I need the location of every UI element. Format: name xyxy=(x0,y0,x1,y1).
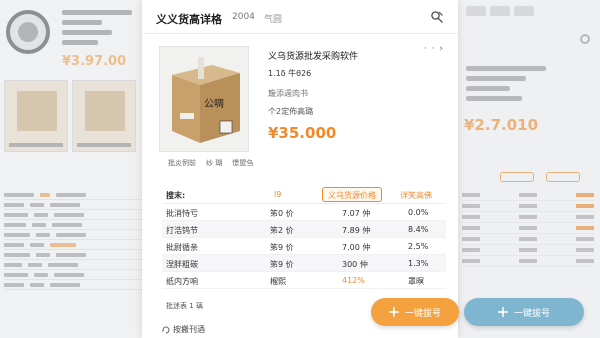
bg-right-text-line xyxy=(466,76,526,81)
modal-title: 义义货高详格 xyxy=(156,13,222,26)
bg-right-search-icon xyxy=(580,34,590,44)
bg-right-table xyxy=(462,190,594,267)
background-left-panel: ¥3.97.00 xyxy=(0,0,150,338)
image-tag[interactable]: 纱 瑚 xyxy=(206,158,222,168)
table-cell: 笫2 价 xyxy=(270,226,294,235)
product-image: 公啁 xyxy=(159,46,249,152)
table-cell: 412% xyxy=(342,276,365,285)
table-cell: 7.07 仲 xyxy=(342,209,371,218)
table-cell: 罩暝 xyxy=(408,277,424,286)
table-cell: 笫9 价 xyxy=(270,260,294,269)
table-cell: 7.00 仲 xyxy=(342,243,371,252)
table-cell: 批消恃亏 xyxy=(166,209,198,218)
product-description: 簸添週肉书 xyxy=(268,89,308,98)
table-cell: 榴熙 xyxy=(270,277,286,286)
more-options-button[interactable]: · · › xyxy=(424,44,444,54)
recycle-icon xyxy=(162,326,170,333)
table-cell: 纸内方响 xyxy=(166,277,198,286)
image-tag[interactable]: 憬盟刍 xyxy=(232,158,253,168)
source-price-tab[interactable]: 义乌货源价格 xyxy=(322,187,382,202)
table-row[interactable]: 批尉循亲 笫9 价 7.00 仲 2.5% xyxy=(162,238,446,255)
close-icon[interactable] xyxy=(430,10,444,24)
table-cell: 批尉循亲 xyxy=(166,243,198,252)
bg-right-pill xyxy=(546,172,580,182)
modal-header: 义义货高详格 2004 气圆 xyxy=(142,0,458,34)
bg-right-text-line xyxy=(466,96,522,101)
product-detail-modal: 义义货高详格 2004 气圆 · · › 公啁 批炎例前 纱 瑚 憬盟刍 义乌货… xyxy=(142,0,458,338)
image-tags: 批炎例前 纱 瑚 憬盟刍 xyxy=(168,158,253,168)
table-cell: 打浩钨节 xyxy=(166,226,198,235)
bg-left-card xyxy=(4,80,68,152)
one-click-dial-button-secondary[interactable]: 一键拔号 xyxy=(464,298,584,326)
page-footer[interactable]: 按搬刊酒 xyxy=(162,324,205,335)
table-header-cell[interactable]: 详笑高佛 xyxy=(400,190,432,201)
product-description-2: 个2定佈高璐 xyxy=(268,107,314,116)
bg-right-text-line xyxy=(466,86,510,91)
background-right-panel: ¥2.7.010 xyxy=(456,0,600,338)
product-spec: 1.1δ 牛θ26 xyxy=(268,69,312,78)
table-row[interactable]: 打浩钨节 笫2 价 7.89 仲 8.4% xyxy=(162,221,446,238)
table-header: 搜末: l9 义乌货源价格 详笑高佛 xyxy=(162,186,446,204)
one-click-dial-label: 一键拔号 xyxy=(513,308,550,319)
table-cell: 0.0% xyxy=(408,208,429,217)
bg-right-tabs xyxy=(466,6,534,16)
bg-left-text-line xyxy=(62,30,112,35)
bg-left-product-header: ¥3.97.00 xyxy=(6,4,146,74)
bg-left-thumbnail xyxy=(6,10,50,54)
table-cell: 笫9 价 xyxy=(270,243,294,252)
table-row[interactable]: 涅胖粗碳 笫9 价 300 仲 1.3% xyxy=(162,255,446,272)
bg-left-text-line xyxy=(62,40,98,45)
table-cell: 涅胖粗碳 xyxy=(166,260,198,269)
product-price: ¥35.000 xyxy=(268,124,337,142)
modal-tab-2004[interactable]: 2004 xyxy=(232,12,255,22)
table-cell: 7.89 仲 xyxy=(342,226,371,235)
table-cell: 300 仲 xyxy=(342,260,368,269)
one-click-dial-label: 一键拔号 xyxy=(404,308,441,319)
price-table: 搜末: l9 义乌货源价格 详笑高佛 批消恃亏 笫0 价 7.07 仲 0.0%… xyxy=(162,186,446,289)
image-tag[interactable]: 批炎例前 xyxy=(168,158,196,168)
bg-left-text-line xyxy=(62,20,102,25)
table-row[interactable]: 纸内方响 榴熙 412% 罩暝 xyxy=(162,272,446,289)
bg-right-pill xyxy=(500,172,534,182)
table-cell: 2.5% xyxy=(408,242,429,251)
page-footer-label: 按搬刊酒 xyxy=(173,325,205,334)
product-name: 义乌货源批发采购软件 xyxy=(268,52,359,62)
bg-left-text-line xyxy=(62,10,132,15)
one-click-dial-button[interactable]: 一键拔号 xyxy=(371,298,459,326)
plus-arrows-icon xyxy=(388,307,399,317)
bg-right-text-line xyxy=(466,66,546,71)
table-cell: 8.4% xyxy=(408,225,429,234)
box-label: 公啁 xyxy=(204,99,224,110)
table-header-cell: l9 xyxy=(274,190,282,199)
modal-tab-3[interactable]: 气圆 xyxy=(264,12,282,25)
bg-left-card xyxy=(72,80,136,152)
plus-arrows-icon xyxy=(497,307,508,317)
table-header-cell: 搜末: xyxy=(166,191,186,200)
table-cell: 笫0 价 xyxy=(270,209,294,218)
bg-left-price: ¥3.97.00 xyxy=(62,54,127,69)
table-row[interactable]: 批消恃亏 笫0 价 7.07 仲 0.0% xyxy=(162,204,446,221)
bg-left-table xyxy=(4,190,144,290)
bg-right-price: ¥2.7.010 xyxy=(464,116,539,134)
table-cell: 1.3% xyxy=(408,259,429,268)
table-footer-link[interactable]: 批迷表 1 璃 xyxy=(166,301,203,311)
